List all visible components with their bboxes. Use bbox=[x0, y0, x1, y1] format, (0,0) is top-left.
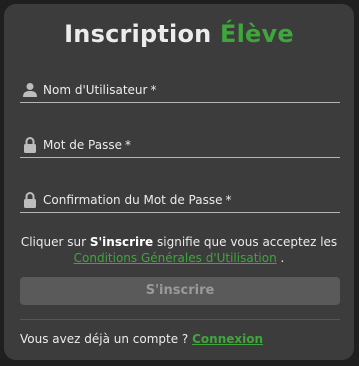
signup-card: Inscription Élève Nom d'Utilisateur * Mot… bbox=[4, 4, 354, 360]
terms-suffix: signifie que vous acceptez les bbox=[157, 235, 338, 249]
login-question: Vous avez déjà un compte ? bbox=[20, 332, 189, 346]
password-label: Mot de Passe * bbox=[43, 138, 131, 152]
title-accent: Élève bbox=[219, 20, 294, 48]
password-confirm-field[interactable]: Confirmation du Mot de Passe * bbox=[20, 190, 340, 213]
terms-action: S'inscrire bbox=[89, 235, 154, 249]
user-icon bbox=[23, 82, 37, 98]
terms-link[interactable]: Conditions Générales d'Utilisation bbox=[74, 251, 277, 265]
password-field[interactable]: Mot de Passe * bbox=[20, 135, 340, 158]
title-main: Inscription bbox=[64, 20, 212, 48]
page-title: Inscription Élève bbox=[4, 20, 354, 48]
password-confirm-label: Confirmation du Mot de Passe * bbox=[43, 193, 232, 207]
lock-icon bbox=[23, 137, 37, 153]
divider bbox=[20, 319, 340, 320]
username-label: Nom d'Utilisateur * bbox=[43, 83, 157, 97]
terms-end: . bbox=[280, 251, 285, 265]
signup-button[interactable]: S'inscrire bbox=[20, 277, 340, 305]
terms-notice: Cliquer sur S'inscrire signifie que vous… bbox=[4, 234, 354, 266]
lock-icon bbox=[23, 192, 37, 208]
terms-prefix: Cliquer sur bbox=[20, 235, 87, 249]
login-prompt: Vous avez déjà un compte ? Connexion bbox=[20, 332, 263, 346]
login-link[interactable]: Connexion bbox=[192, 332, 263, 346]
username-field[interactable]: Nom d'Utilisateur * bbox=[20, 80, 340, 103]
